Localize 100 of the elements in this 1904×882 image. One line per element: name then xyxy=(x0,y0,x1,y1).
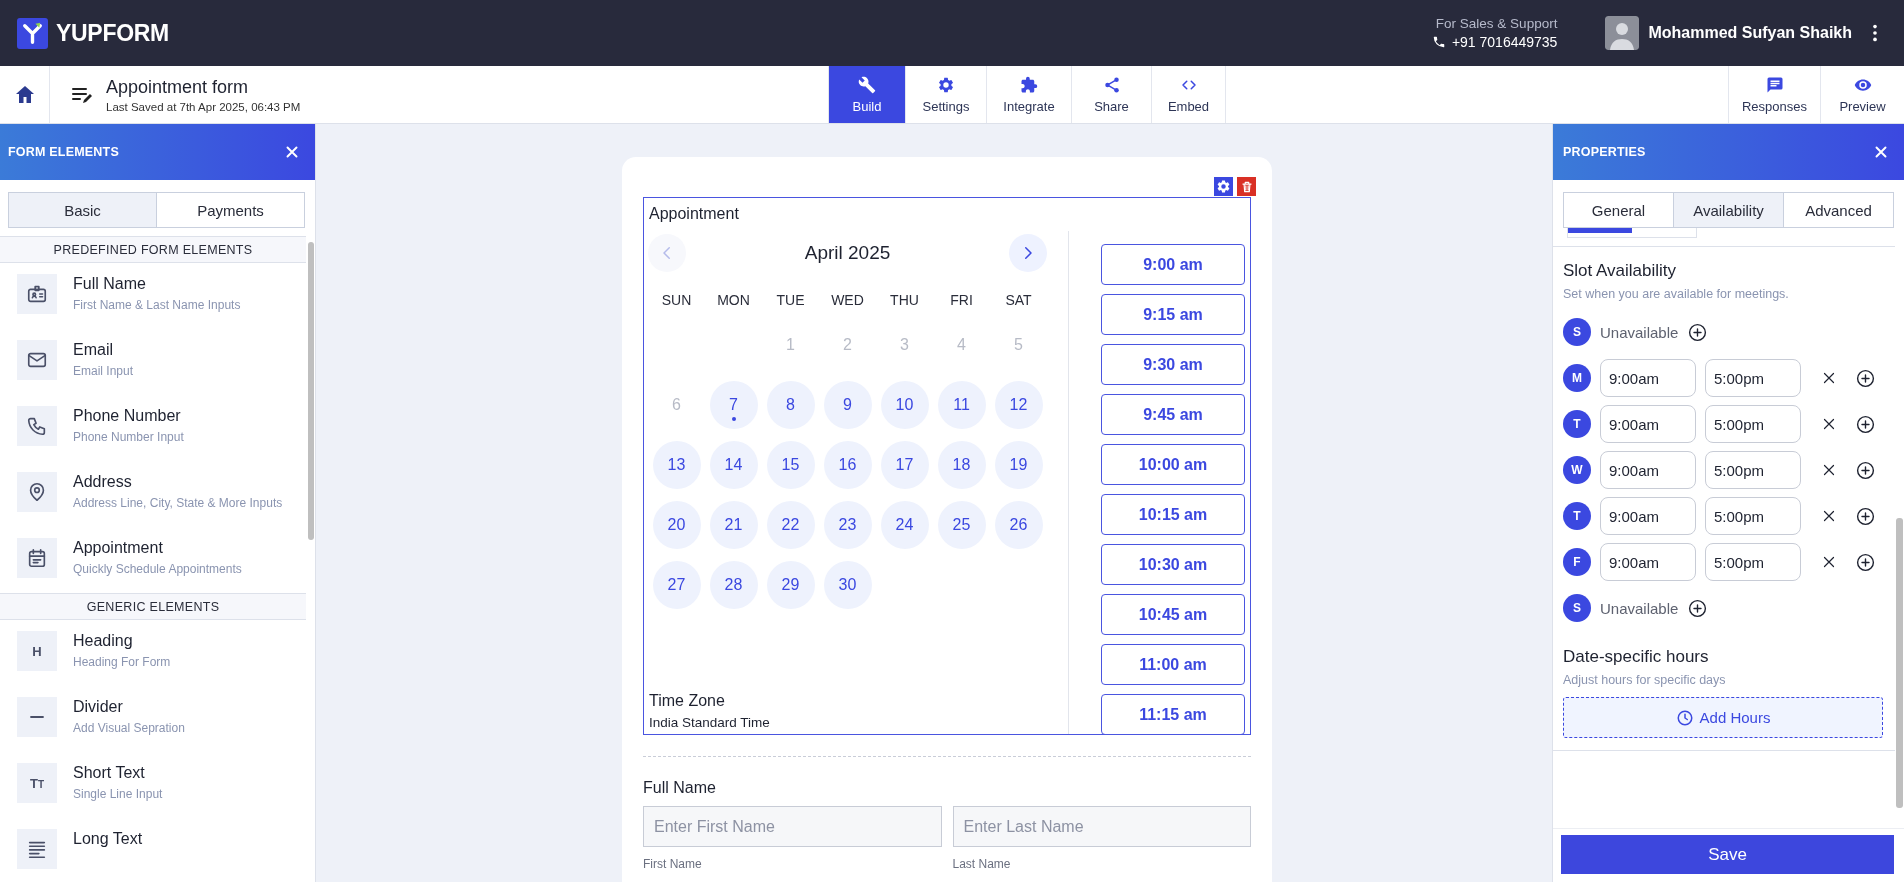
plus-circle-icon xyxy=(1855,367,1876,389)
calendar-day[interactable]: 20 xyxy=(652,501,701,549)
calendar-day[interactable]: 8 xyxy=(766,381,815,429)
weekday-label: SAT xyxy=(1004,291,1033,310)
calendar-day[interactable]: 22 xyxy=(766,501,815,549)
plus-circle-icon xyxy=(1687,321,1709,343)
scrollbar[interactable] xyxy=(308,242,314,540)
add-slot-button[interactable] xyxy=(1855,367,1876,389)
calendar-day[interactable]: 29 xyxy=(766,561,815,609)
brand-name: YUPFORM xyxy=(56,19,169,47)
calendar-day[interactable]: 27 xyxy=(652,561,701,609)
form-element-item[interactable]: Phone Number Phone Number Input xyxy=(0,395,306,461)
calendar-day[interactable]: 21 xyxy=(709,501,758,549)
panel-title: FORM ELEMENTS xyxy=(8,145,119,159)
calendar-day[interactable]: 30 xyxy=(823,561,872,609)
start-time-field[interactable]: 9:00am xyxy=(1600,543,1696,581)
close-button[interactable] xyxy=(1872,143,1890,161)
form-element-item[interactable]: Appointment Quickly Schedule Appointments xyxy=(0,527,306,593)
end-time-field[interactable]: 5:00pm xyxy=(1705,543,1801,581)
wrench-icon xyxy=(858,75,876,94)
end-time-field[interactable]: 5:00pm xyxy=(1705,359,1801,397)
calendar-day[interactable]: 26 xyxy=(994,501,1043,549)
form-element-item[interactable]: Address Address Line, City, State & More Inputs xyxy=(0,461,306,527)
field-settings-button[interactable] xyxy=(1214,177,1233,196)
scrollbar[interactable] xyxy=(1896,518,1903,808)
element-description: Phone Number Input xyxy=(73,429,184,446)
weekday-badge: W xyxy=(1563,456,1591,484)
close-button[interactable] xyxy=(283,143,301,161)
time-slot-button[interactable]: 9:15 am xyxy=(1101,294,1245,335)
heading-icon: H xyxy=(32,643,42,659)
panel-tab[interactable]: Availability xyxy=(1674,193,1784,227)
toolbar-tab[interactable]: Build xyxy=(828,66,906,123)
end-time-field[interactable]: 5:00pm xyxy=(1705,405,1801,443)
form-element-item[interactable]: Divider Add Visual Sepration xyxy=(0,686,306,752)
calendar-day[interactable]: 25 xyxy=(937,501,986,549)
last-name-field[interactable]: Enter Last Name xyxy=(952,806,1251,847)
avatar xyxy=(1605,16,1640,50)
weekday-badge: T xyxy=(1563,502,1591,530)
start-time-field[interactable]: 9:00am xyxy=(1600,405,1696,443)
weekday-label: TUE xyxy=(775,291,806,310)
add-slot-button[interactable] xyxy=(1855,505,1876,527)
time-slot-button[interactable]: 9:00 am xyxy=(1101,244,1245,285)
add-slot-button[interactable] xyxy=(1687,597,1709,619)
first-name-field[interactable]: Enter First Name xyxy=(643,806,942,847)
calendar-day[interactable]: 16 xyxy=(823,441,872,489)
start-time-field[interactable]: 9:00am xyxy=(1600,451,1696,489)
time-slot-button[interactable]: 10:00 am xyxy=(1101,444,1245,485)
start-time-field[interactable]: 9:00am xyxy=(1600,359,1696,397)
add-slot-button[interactable] xyxy=(1855,551,1876,573)
calendar-day[interactable]: 28 xyxy=(709,561,758,609)
time-slot-button[interactable]: 9:45 am xyxy=(1101,394,1245,435)
section-hint: Adjust hours for specific days xyxy=(1563,673,1727,687)
calendar-day[interactable]: 18 xyxy=(937,441,986,489)
time-slot-button[interactable]: 11:00 am xyxy=(1101,644,1245,685)
time-slot-button[interactable]: 10:30 am xyxy=(1101,544,1245,585)
calendar-day[interactable]: 10 xyxy=(880,381,929,429)
weekday-label: FRI xyxy=(949,291,974,310)
unavailable-label: Unavailable xyxy=(1600,323,1679,341)
time-slot-button[interactable]: 11:15 am xyxy=(1101,694,1245,734)
form-element-item[interactable]: Email Email Input xyxy=(0,329,306,395)
calendar-day[interactable]: 24 xyxy=(880,501,929,549)
calendar-day[interactable]: 17 xyxy=(880,441,929,489)
weekday-label: MON xyxy=(716,291,751,310)
delete-button[interactable] xyxy=(1237,177,1256,196)
trash-icon xyxy=(1239,179,1254,194)
next-month-button[interactable] xyxy=(1009,234,1047,272)
panel-tab[interactable]: Basic xyxy=(9,193,157,227)
phone-number: +91 7016449735 xyxy=(1451,34,1558,50)
calendar-day[interactable]: 15 xyxy=(766,441,815,489)
calendar-day[interactable]: 14 xyxy=(709,441,758,489)
add-slot-button[interactable] xyxy=(1855,413,1876,435)
end-time-field[interactable]: 5:00pm xyxy=(1705,497,1801,535)
form-element-item[interactable]: H Heading Heading For Form xyxy=(0,620,306,686)
save-button[interactable]: Save xyxy=(1561,835,1894,874)
add-slot-button[interactable] xyxy=(1687,321,1709,343)
calendar-day[interactable]: 23 xyxy=(823,501,872,549)
element-description: Quickly Schedule Appointments xyxy=(73,561,242,578)
calendar-day[interactable]: 9 xyxy=(823,381,872,429)
section-title: Slot Availability xyxy=(1563,261,1678,281)
time-slot-button[interactable]: 10:15 am xyxy=(1101,494,1245,535)
element-name: Full Name xyxy=(73,275,147,293)
add-slot-button[interactable] xyxy=(1855,459,1876,481)
time-zone-value: India Standard Time xyxy=(649,715,771,730)
field-label: Full Name xyxy=(643,779,717,797)
calendar-day[interactable]: 7 xyxy=(709,381,758,429)
clock-icon xyxy=(1675,708,1694,727)
end-time-field[interactable]: 5:00pm xyxy=(1705,451,1801,489)
add-hours-button[interactable]: Add Hours xyxy=(1563,697,1883,738)
calendar-day[interactable]: 19 xyxy=(994,441,1043,489)
share-icon xyxy=(1102,75,1121,94)
puzzle-icon xyxy=(1020,75,1038,94)
message-icon xyxy=(1765,75,1784,94)
time-slot-button[interactable]: 10:45 am xyxy=(1101,594,1245,635)
start-time-field[interactable]: 9:00am xyxy=(1600,497,1696,535)
calendar-day[interactable]: 13 xyxy=(652,441,701,489)
form-element-item[interactable]: Full Name First Name & Last Name Inputs xyxy=(0,263,306,329)
calendar-day[interactable]: 11 xyxy=(937,381,986,429)
time-slot-button[interactable]: 9:30 am xyxy=(1101,344,1245,385)
form-element-item[interactable]: Long Text xyxy=(0,818,306,882)
calendar-day[interactable]: 12 xyxy=(994,381,1043,429)
